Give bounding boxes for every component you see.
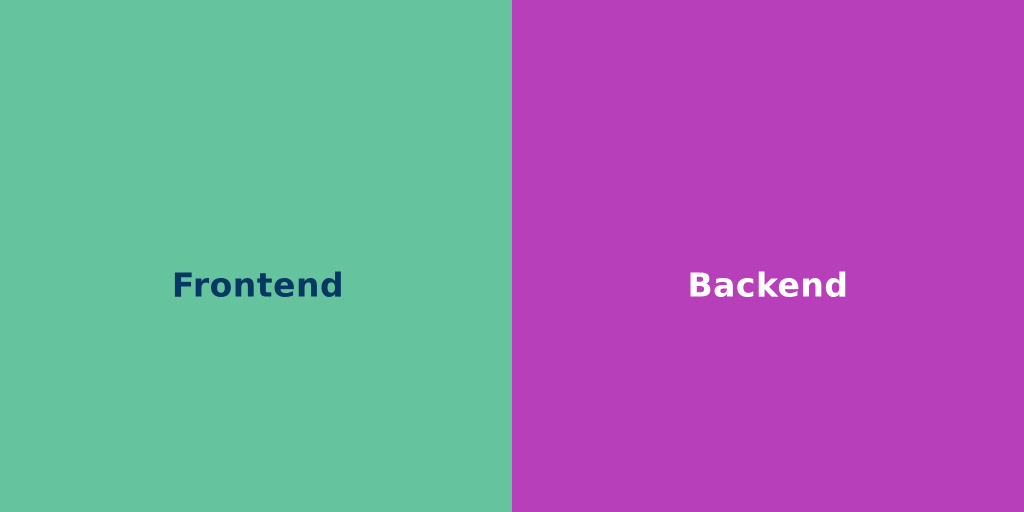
- frontend-backend-split: Frontend Backend: [0, 0, 1024, 512]
- frontend-label: Frontend: [171, 265, 345, 305]
- backend-panel: Backend: [512, 0, 1024, 512]
- backend-label: Backend: [687, 265, 849, 305]
- frontend-panel: Frontend: [0, 0, 512, 512]
